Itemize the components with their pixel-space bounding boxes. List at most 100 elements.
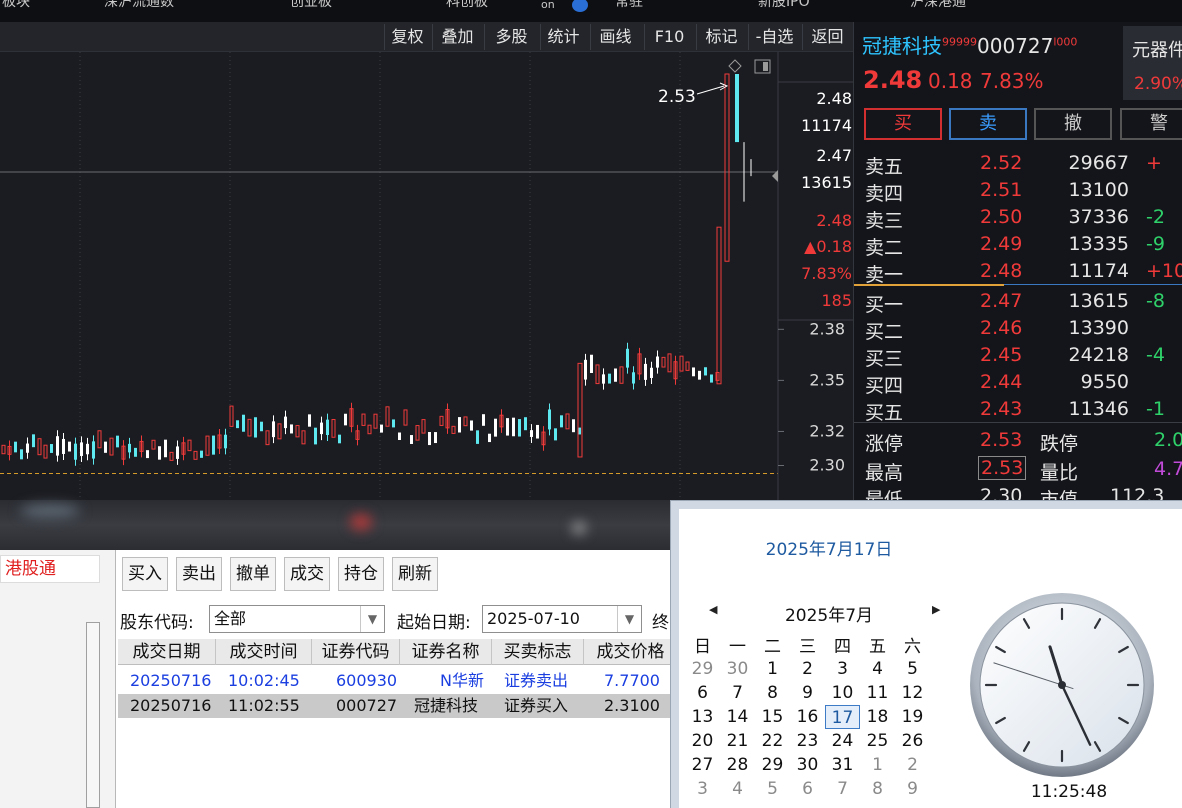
watchlist-button[interactable]: -自选: [748, 24, 800, 50]
back-button[interactable]: 返回: [802, 24, 852, 50]
multi-stock-button[interactable]: 多股: [484, 24, 538, 50]
calendar-day[interactable]: 7: [720, 681, 755, 705]
calendar-day[interactable]: 29: [755, 753, 790, 777]
calendar-day[interactable]: 16: [790, 705, 825, 729]
calendar-day[interactable]: 4: [860, 657, 895, 681]
col-side[interactable]: 买卖标志: [492, 639, 584, 665]
calendar-day[interactable]: 30: [790, 753, 825, 777]
ask-row[interactable]: 卖一 2.48 11174 +10: [854, 258, 1182, 286]
calendar-day[interactable]: 1: [755, 657, 790, 681]
sell-button[interactable]: 卖: [949, 108, 1027, 140]
calendar-day[interactable]: 12: [895, 681, 930, 705]
menu-item-float[interactable]: 深沪流通数: [104, 0, 174, 11]
draw-line-button[interactable]: 画线: [590, 24, 640, 50]
menu-item-on[interactable]: on: [541, 0, 555, 11]
ask-row[interactable]: 卖四 2.51 13100: [854, 177, 1182, 205]
calendar-day[interactable]: 23: [790, 729, 825, 753]
calendar-day[interactable]: 18: [860, 705, 895, 729]
calendar-day[interactable]: 28: [720, 753, 755, 777]
calendar-day[interactable]: 27: [685, 753, 720, 777]
calendar-day[interactable]: 6: [685, 681, 720, 705]
cancel-order-button[interactable]: 撤: [1034, 108, 1112, 140]
calendar-day[interactable]: 10: [825, 681, 860, 705]
calendar-day[interactable]: 20: [685, 729, 720, 753]
col-date[interactable]: 成交日期: [118, 639, 216, 665]
statistics-button[interactable]: 统计: [540, 24, 586, 50]
calendar-day[interactable]: 7: [825, 777, 860, 801]
calendar-day[interactable]: 29: [685, 657, 720, 681]
calendar-day[interactable]: 2: [790, 657, 825, 681]
alert-button[interactable]: 警: [1120, 108, 1182, 140]
bid-row[interactable]: 买三 2.45 24218 -4: [854, 342, 1182, 370]
calendar-day[interactable]: 6: [790, 777, 825, 801]
positions-button[interactable]: 持仓: [338, 557, 384, 591]
col-name[interactable]: 证券名称: [400, 639, 492, 665]
bid-row[interactable]: 买四 2.44 9550: [854, 369, 1182, 397]
calendar-day[interactable]: 8: [755, 681, 790, 705]
col-code[interactable]: 证券代码: [312, 639, 400, 665]
nav-item-hk-connect[interactable]: 港股通: [0, 555, 100, 583]
calendar-day[interactable]: 30: [720, 657, 755, 681]
mark-button[interactable]: 标记: [696, 24, 746, 50]
calendar-day[interactable]: 5: [895, 657, 930, 681]
stock-name[interactable]: 冠捷科技99999000727l000: [862, 30, 1077, 59]
menu-item-sector[interactable]: 板块: [2, 0, 30, 11]
calendar-day[interactable]: 4: [720, 777, 755, 801]
network-icon: [572, 0, 588, 12]
calendar-day[interactable]: 5: [755, 777, 790, 801]
calendar-day[interactable]: 24: [825, 729, 860, 753]
refresh-button[interactable]: 刷新: [392, 557, 438, 591]
table-row[interactable]: 20250716 10:02:45 600930 N华新 证券卖出 7.7700: [118, 669, 670, 693]
calendar-day[interactable]: 14: [720, 705, 755, 729]
menu-item-star[interactable]: 科创板: [446, 0, 488, 11]
shareholder-select[interactable]: 全部 ▼: [209, 605, 385, 633]
menu-item-resident[interactable]: 常驻: [615, 0, 643, 11]
calendar-day[interactable]: 22: [755, 729, 790, 753]
ask-row[interactable]: 卖三 2.50 37336 -2: [854, 204, 1182, 232]
kline-chart[interactable]: 2.53 2.48 11174 2.47 13615 2.48 ▲0.18 7.…: [0, 52, 853, 500]
sector-tag-box[interactable]: 元器件 2.90%: [1123, 26, 1182, 100]
calendar-day[interactable]: 2: [895, 753, 930, 777]
menu-item-connect[interactable]: 沪深港通: [910, 0, 966, 11]
calendar-day[interactable]: 21: [720, 729, 755, 753]
start-date-select[interactable]: 2025-07-10 ▼: [482, 605, 642, 633]
long-date-link[interactable]: 2025年7月17日: [679, 535, 979, 560]
calendar-day[interactable]: 3: [825, 657, 860, 681]
calendar-day[interactable]: 8: [860, 777, 895, 801]
col-time[interactable]: 成交时间: [216, 639, 312, 665]
chevron-down-icon[interactable]: ▼: [360, 606, 384, 632]
overlay-button[interactable]: 叠加: [432, 24, 482, 50]
withdraw-button[interactable]: 撤单: [230, 557, 276, 591]
bid-row[interactable]: 买二 2.46 13390: [854, 315, 1182, 343]
menu-item-ipo[interactable]: 新股IPO: [758, 0, 810, 11]
menu-item-gem[interactable]: 创业板: [290, 0, 332, 11]
ask-row[interactable]: 卖二 2.49 13335 -9: [854, 231, 1182, 259]
col-price[interactable]: 成交价格: [584, 639, 670, 665]
restore-rights-button[interactable]: 复权: [384, 24, 430, 50]
calendar-day[interactable]: 26: [895, 729, 930, 753]
calendar-day[interactable]: 1: [860, 753, 895, 777]
table-row[interactable]: 20250716 11:02:55 000727 冠捷科技 证券买入 2.310…: [118, 694, 670, 718]
sell-out-button[interactable]: 卖出: [176, 557, 222, 591]
nav-scrollbar[interactable]: [86, 622, 100, 808]
f10-button[interactable]: F10: [644, 24, 694, 50]
calendar-day[interactable]: 9: [895, 777, 930, 801]
calendar-day[interactable]: 13: [685, 705, 720, 729]
chevron-down-icon[interactable]: ▼: [617, 606, 641, 632]
bid-row[interactable]: 买五 2.43 11346 -1: [854, 396, 1182, 424]
sector-tag: 元器件: [1132, 40, 1182, 61]
buy-in-button[interactable]: 买入: [122, 557, 168, 591]
bid-row[interactable]: 买一 2.47 13615 -8: [854, 288, 1182, 316]
deals-button[interactable]: 成交: [284, 557, 330, 591]
buy-button[interactable]: 买: [864, 108, 942, 140]
calendar-day[interactable]: 19: [895, 705, 930, 729]
calendar-day[interactable]: 3: [685, 777, 720, 801]
calendar-day[interactable]: 15: [755, 705, 790, 729]
next-month-icon[interactable]: ▶: [932, 603, 940, 616]
calendar-day[interactable]: 25: [860, 729, 895, 753]
calendar-day[interactable]: 31: [825, 753, 860, 777]
calendar-day[interactable]: 9: [790, 681, 825, 705]
ask-row[interactable]: 卖五 2.52 29667 +: [854, 150, 1182, 178]
calendar-day-today[interactable]: 17: [825, 705, 860, 729]
calendar-day[interactable]: 11: [860, 681, 895, 705]
